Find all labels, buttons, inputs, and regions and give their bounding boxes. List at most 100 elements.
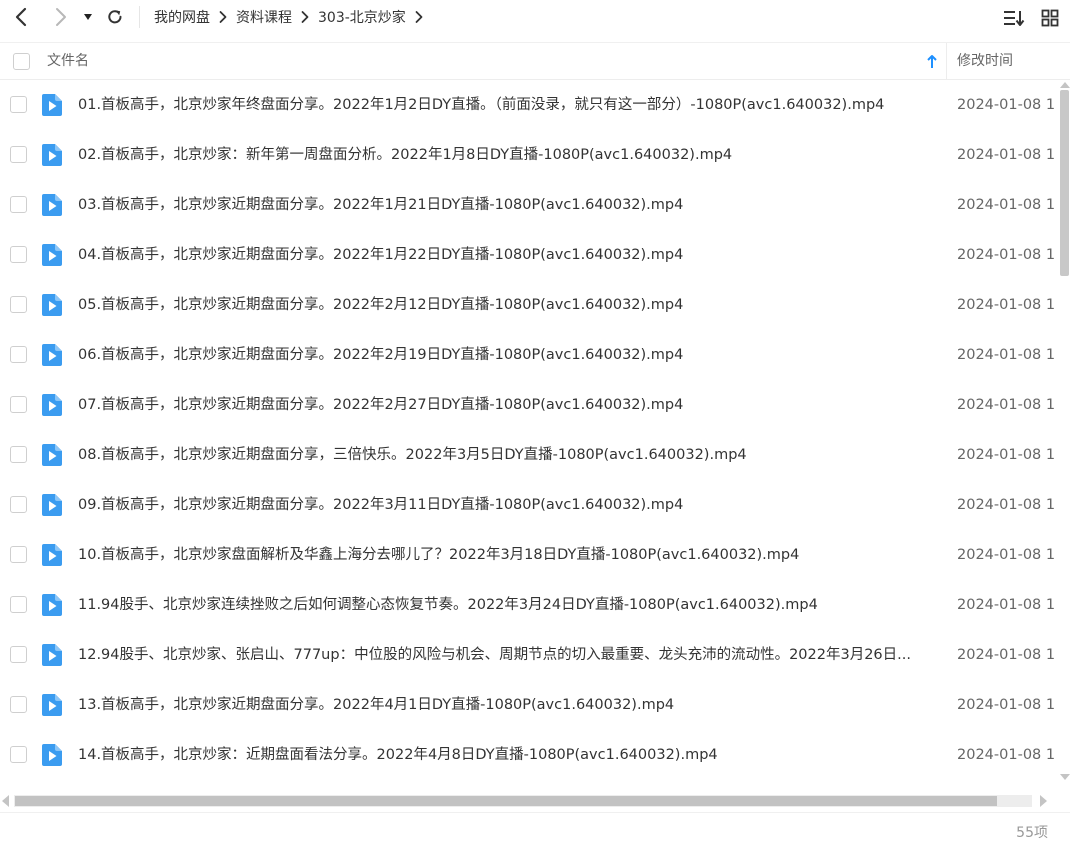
refresh-button[interactable] <box>102 4 128 30</box>
vertical-scrollbar[interactable] <box>1058 80 1070 785</box>
breadcrumb-item-courses[interactable]: 资料课程 <box>236 7 292 27</box>
scroll-left-arrow-icon[interactable] <box>2 795 9 807</box>
row-checkbox[interactable] <box>10 446 27 463</box>
file-name[interactable]: 12.94股手、北京炒家、张启山、777up：中位股的风险与机会、周期节点的切入… <box>78 630 934 680</box>
grid-view-button[interactable] <box>1038 6 1062 30</box>
scroll-down-arrow-icon[interactable] <box>1060 774 1070 780</box>
video-file-icon <box>42 494 62 516</box>
vertical-scroll-thumb[interactable] <box>1060 90 1069 276</box>
file-name[interactable]: 07.首板高手，北京炒家近期盘面分享。2022年2月27日DY直播-1080P(… <box>78 380 934 430</box>
breadcrumb-item-current-folder[interactable]: 303-北京炒家 <box>318 7 406 27</box>
file-modified-time: 2024-01-08 1 <box>957 147 1056 163</box>
file-row[interactable]: 11.94股手、北京炒家连续挫败之后如何调整心态恢复节奏。2022年3月24日D… <box>0 580 1058 630</box>
row-checkbox[interactable] <box>10 146 27 163</box>
chevron-right-icon <box>292 7 318 27</box>
breadcrumb: 我的网盘 资料课程 303-北京炒家 <box>154 0 432 34</box>
video-file-icon <box>42 594 62 616</box>
file-modified-time: 2024-01-08 1 <box>957 397 1056 413</box>
chevron-left-icon <box>15 7 27 27</box>
video-file-icon <box>42 644 62 666</box>
file-modified-time: 2024-01-08 1 <box>957 347 1056 363</box>
row-checkbox[interactable] <box>10 346 27 363</box>
file-row[interactable]: 04.首板高手，北京炒家近期盘面分享。2022年1月22日DY直播-1080P(… <box>0 230 1058 280</box>
video-file-icon <box>42 394 62 416</box>
file-modified-time: 2024-01-08 1 <box>957 297 1056 313</box>
file-modified-time: 2024-01-08 1 <box>957 447 1056 463</box>
file-name[interactable]: 08.首板高手，北京炒家近期盘面分享，三倍快乐。2022年3月5日DY直播-10… <box>78 430 934 480</box>
row-checkbox[interactable] <box>10 596 27 613</box>
file-row[interactable]: 13.首板高手，北京炒家近期盘面分享。2022年4月1日DY直播-1080P(a… <box>0 680 1058 730</box>
file-row[interactable]: 05.首板高手，北京炒家近期盘面分享。2022年2月12日DY直播-1080P(… <box>0 280 1058 330</box>
scroll-right-arrow-icon[interactable] <box>1040 795 1047 807</box>
file-name[interactable]: 09.首板高手，北京炒家近期盘面分享。2022年3月11日DY直播-1080P(… <box>78 480 934 530</box>
file-modified-time: 2024-01-08 1 <box>957 597 1056 613</box>
video-file-icon <box>42 544 62 566</box>
select-all-checkbox[interactable] <box>13 53 30 70</box>
file-name[interactable]: 02.首板高手，北京炒家：新年第一周盘面分析。2022年1月8日DY直播-108… <box>78 130 934 180</box>
row-checkbox[interactable] <box>10 196 27 213</box>
toolbar-divider <box>139 6 140 28</box>
file-name[interactable]: 11.94股手、北京炒家连续挫败之后如何调整心态恢复节奏。2022年3月24日D… <box>78 580 934 630</box>
video-file-icon <box>42 194 62 216</box>
video-file-icon <box>42 144 62 166</box>
file-row[interactable]: 03.首板高手，北京炒家近期盘面分享。2022年1月21日DY直播-1080P(… <box>0 180 1058 230</box>
column-header-modified-time[interactable]: 修改时间 <box>957 43 1013 80</box>
file-row[interactable]: 08.首板高手，北京炒家近期盘面分享，三倍快乐。2022年3月5日DY直播-10… <box>0 430 1058 480</box>
file-name[interactable]: 14.首板高手，北京炒家：近期盘面看法分享。2022年4月8日DY直播-1080… <box>78 730 934 780</box>
file-modified-time: 2024-01-08 1 <box>957 97 1056 113</box>
video-file-icon <box>42 244 62 266</box>
row-checkbox[interactable] <box>10 546 27 563</box>
chevron-right-icon <box>56 8 66 26</box>
grid-view-icon <box>1041 9 1059 27</box>
file-modified-time: 2024-01-08 1 <box>957 497 1056 513</box>
file-row[interactable]: 02.首板高手，北京炒家：新年第一周盘面分析。2022年1月8日DY直播-108… <box>0 130 1058 180</box>
file-name[interactable]: 05.首板高手，北京炒家近期盘面分享。2022年2月12日DY直播-1080P(… <box>78 280 934 330</box>
video-file-icon <box>42 744 62 766</box>
row-checkbox[interactable] <box>10 296 27 313</box>
row-checkbox[interactable] <box>10 746 27 763</box>
arrow-up-icon[interactable] <box>926 54 938 70</box>
column-header-name[interactable]: 文件名 <box>47 43 89 80</box>
horizontal-scrollbar[interactable] <box>0 792 1058 810</box>
column-divider[interactable] <box>946 43 947 80</box>
file-name[interactable]: 10.首板高手，北京炒家盘面解析及华鑫上海分去哪儿了？2022年3月18日DY直… <box>78 530 934 580</box>
file-row[interactable]: 07.首板高手，北京炒家近期盘面分享。2022年2月27日DY直播-1080P(… <box>0 380 1058 430</box>
file-name[interactable]: 04.首板高手，北京炒家近期盘面分享。2022年1月22日DY直播-1080P(… <box>78 230 934 280</box>
history-dropdown-button[interactable] <box>80 8 96 26</box>
file-row[interactable]: 06.首板高手，北京炒家近期盘面分享。2022年2月19日DY直播-1080P(… <box>0 330 1058 380</box>
video-file-icon <box>42 294 62 316</box>
row-checkbox[interactable] <box>10 96 27 113</box>
file-row[interactable]: 10.首板高手，北京炒家盘面解析及华鑫上海分去哪儿了？2022年3月18日DY直… <box>0 530 1058 580</box>
file-row[interactable]: 14.首板高手，北京炒家：近期盘面看法分享。2022年4月8日DY直播-1080… <box>0 730 1058 780</box>
sort-button[interactable] <box>1002 6 1026 30</box>
file-name[interactable]: 01.首板高手，北京炒家年终盘面分享。2022年1月2日DY直播。（前面没录，就… <box>78 80 934 130</box>
file-row[interactable]: 01.首板高手，北京炒家年终盘面分享。2022年1月2日DY直播。（前面没录，就… <box>0 80 1058 130</box>
sort-list-icon <box>1004 11 1025 26</box>
item-count: 55项 <box>1016 825 1048 841</box>
forward-button[interactable] <box>48 4 74 30</box>
file-modified-time: 2024-01-08 1 <box>957 197 1056 213</box>
breadcrumb-item-my-drive[interactable]: 我的网盘 <box>154 7 210 27</box>
file-row[interactable]: 09.首板高手，北京炒家近期盘面分享。2022年3月11日DY直播-1080P(… <box>0 480 1058 530</box>
file-row[interactable]: 12.94股手、北京炒家、张启山、777up：中位股的风险与机会、周期节点的切入… <box>0 630 1058 680</box>
scroll-up-arrow-icon[interactable] <box>1060 82 1070 88</box>
video-file-icon <box>42 344 62 366</box>
file-modified-time: 2024-01-08 1 <box>957 547 1056 563</box>
horizontal-scroll-thumb[interactable] <box>15 796 997 806</box>
video-file-icon <box>42 444 62 466</box>
row-checkbox[interactable] <box>10 646 27 663</box>
row-checkbox[interactable] <box>10 696 27 713</box>
row-checkbox[interactable] <box>10 496 27 513</box>
refresh-icon <box>108 10 122 24</box>
file-list: 01.首板高手，北京炒家年终盘面分享。2022年1月2日DY直播。（前面没录，就… <box>0 80 1058 790</box>
list-header: 文件名 修改时间 <box>0 42 1070 80</box>
chevron-right-icon <box>210 7 236 27</box>
video-file-icon <box>42 94 62 116</box>
row-checkbox[interactable] <box>10 396 27 413</box>
file-name[interactable]: 03.首板高手，北京炒家近期盘面分享。2022年1月21日DY直播-1080P(… <box>78 180 934 230</box>
chevron-right-icon[interactable] <box>406 7 432 27</box>
row-checkbox[interactable] <box>10 246 27 263</box>
file-name[interactable]: 06.首板高手，北京炒家近期盘面分享。2022年2月19日DY直播-1080P(… <box>78 330 934 380</box>
back-button[interactable] <box>8 4 34 30</box>
file-name[interactable]: 13.首板高手，北京炒家近期盘面分享。2022年4月1日DY直播-1080P(a… <box>78 680 934 730</box>
